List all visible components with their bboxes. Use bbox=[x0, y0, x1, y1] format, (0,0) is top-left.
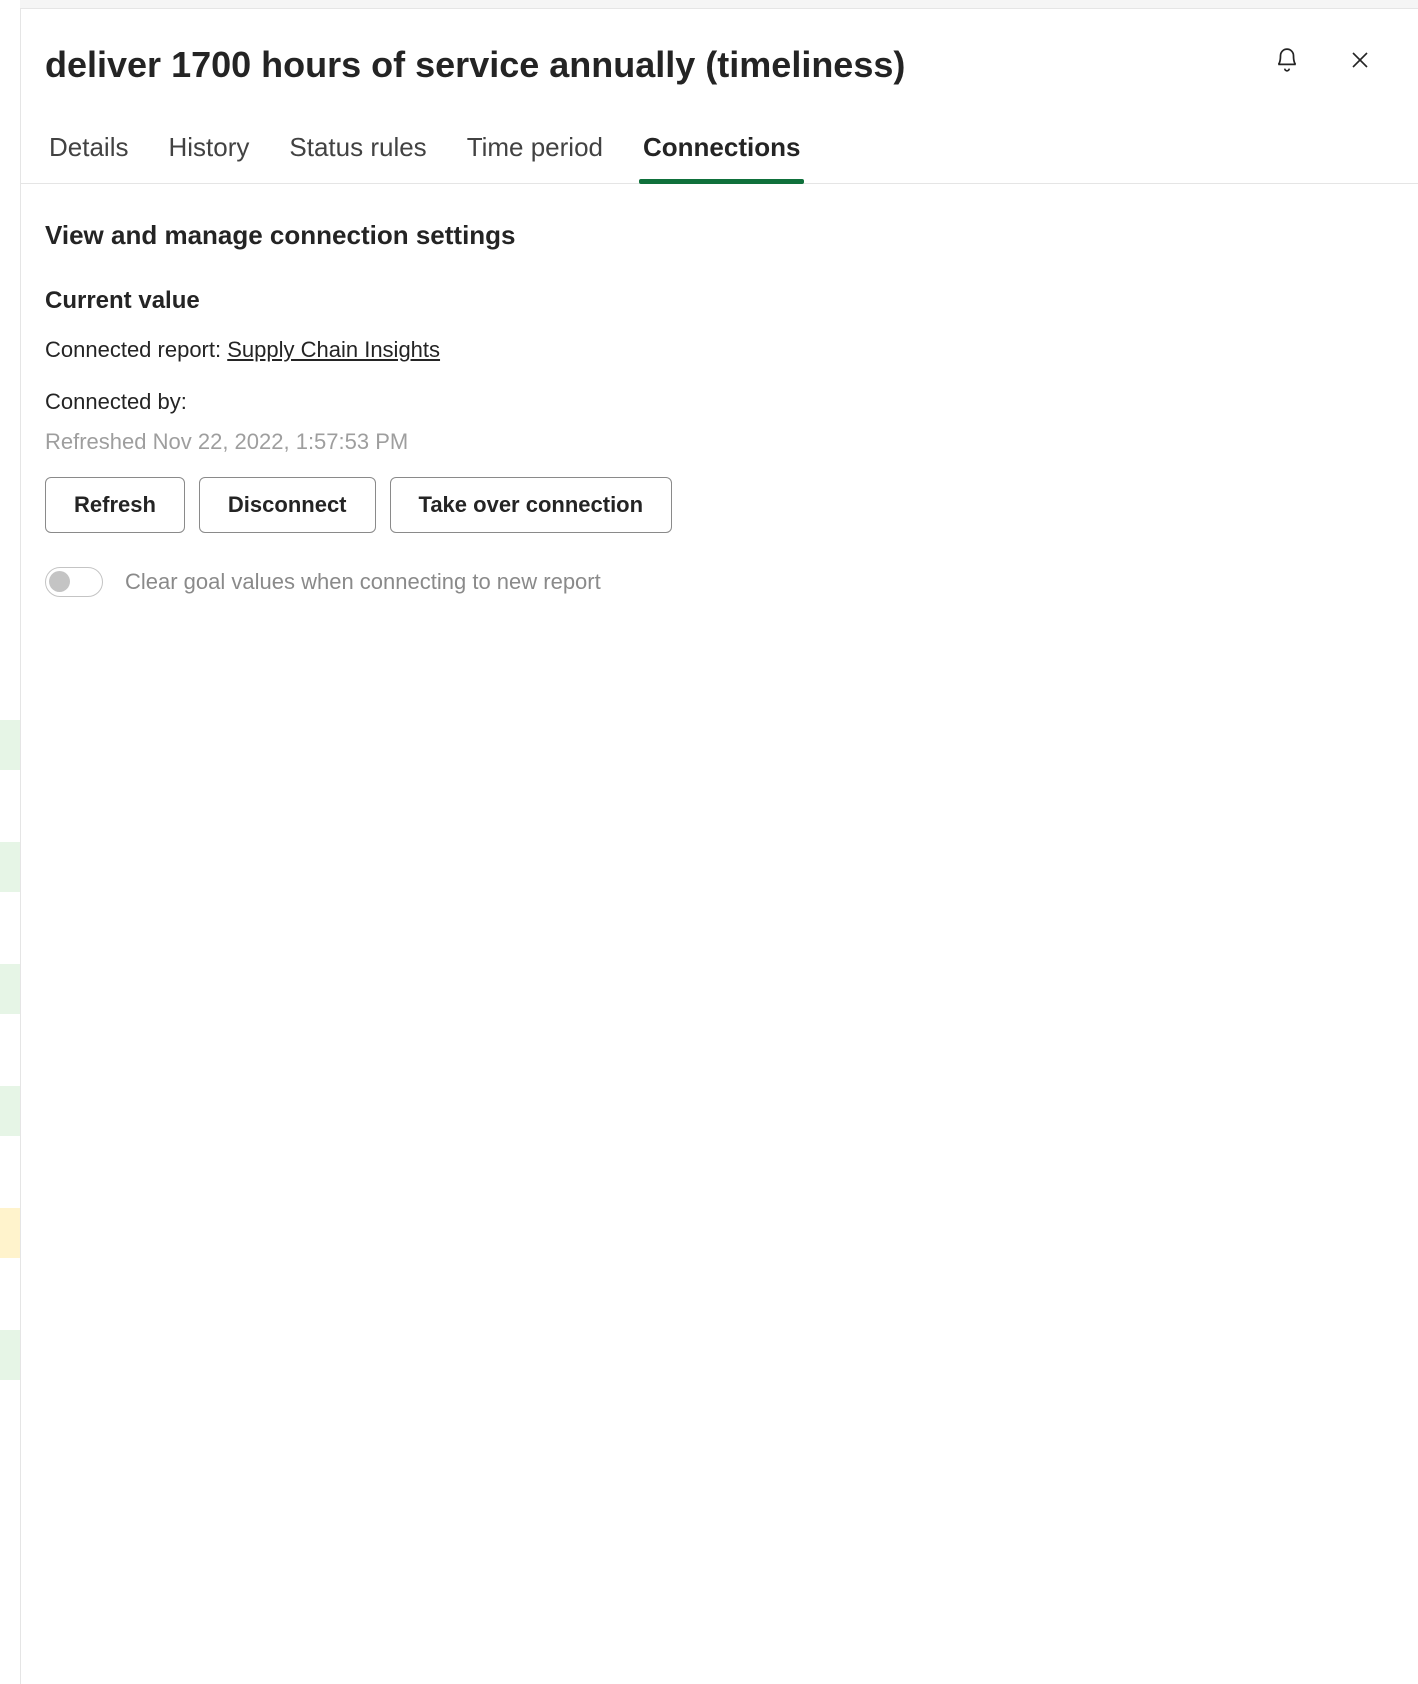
goal-details-panel: deliver 1700 hours of service annually (… bbox=[20, 8, 1418, 1684]
refresh-button[interactable]: Refresh bbox=[45, 477, 185, 533]
tab-details[interactable]: Details bbox=[45, 132, 132, 183]
tab-content: View and manage connection settings Curr… bbox=[21, 184, 1418, 633]
close-button[interactable] bbox=[1342, 42, 1378, 81]
disconnect-button[interactable]: Disconnect bbox=[199, 477, 376, 533]
tab-status-rules[interactable]: Status rules bbox=[285, 132, 430, 183]
close-icon bbox=[1348, 48, 1372, 75]
refreshed-timestamp: Refreshed Nov 22, 2022, 1:57:53 PM bbox=[45, 429, 1394, 455]
bell-icon bbox=[1274, 47, 1300, 76]
take-over-connection-button[interactable]: Take over connection bbox=[390, 477, 673, 533]
connected-report-line: Connected report: Supply Chain Insights bbox=[45, 337, 1394, 363]
clear-goal-toggle-row: Clear goal values when connecting to new… bbox=[45, 567, 1394, 597]
clear-goal-toggle-label: Clear goal values when connecting to new… bbox=[125, 569, 601, 595]
connected-by-label: Connected by: bbox=[45, 389, 1394, 415]
goal-title: deliver 1700 hours of service annually (… bbox=[45, 43, 1268, 86]
section-title: View and manage connection settings bbox=[45, 220, 1394, 251]
tab-connections[interactable]: Connections bbox=[639, 132, 804, 183]
tab-bar: Details History Status rules Time period… bbox=[21, 86, 1418, 184]
header-actions bbox=[1268, 41, 1378, 82]
current-value-heading: Current value bbox=[45, 287, 1394, 315]
tab-time-period[interactable]: Time period bbox=[463, 132, 607, 183]
panel-header: deliver 1700 hours of service annually (… bbox=[21, 9, 1418, 86]
toggle-knob bbox=[49, 571, 70, 592]
connected-report-label: Connected report: bbox=[45, 337, 227, 362]
connected-report-link[interactable]: Supply Chain Insights bbox=[227, 337, 440, 362]
clear-goal-toggle[interactable] bbox=[45, 567, 103, 597]
background-list-strip bbox=[0, 0, 20, 1684]
notifications-button[interactable] bbox=[1268, 41, 1306, 82]
tab-history[interactable]: History bbox=[164, 132, 253, 183]
connection-actions: Refresh Disconnect Take over connection bbox=[45, 477, 1394, 533]
